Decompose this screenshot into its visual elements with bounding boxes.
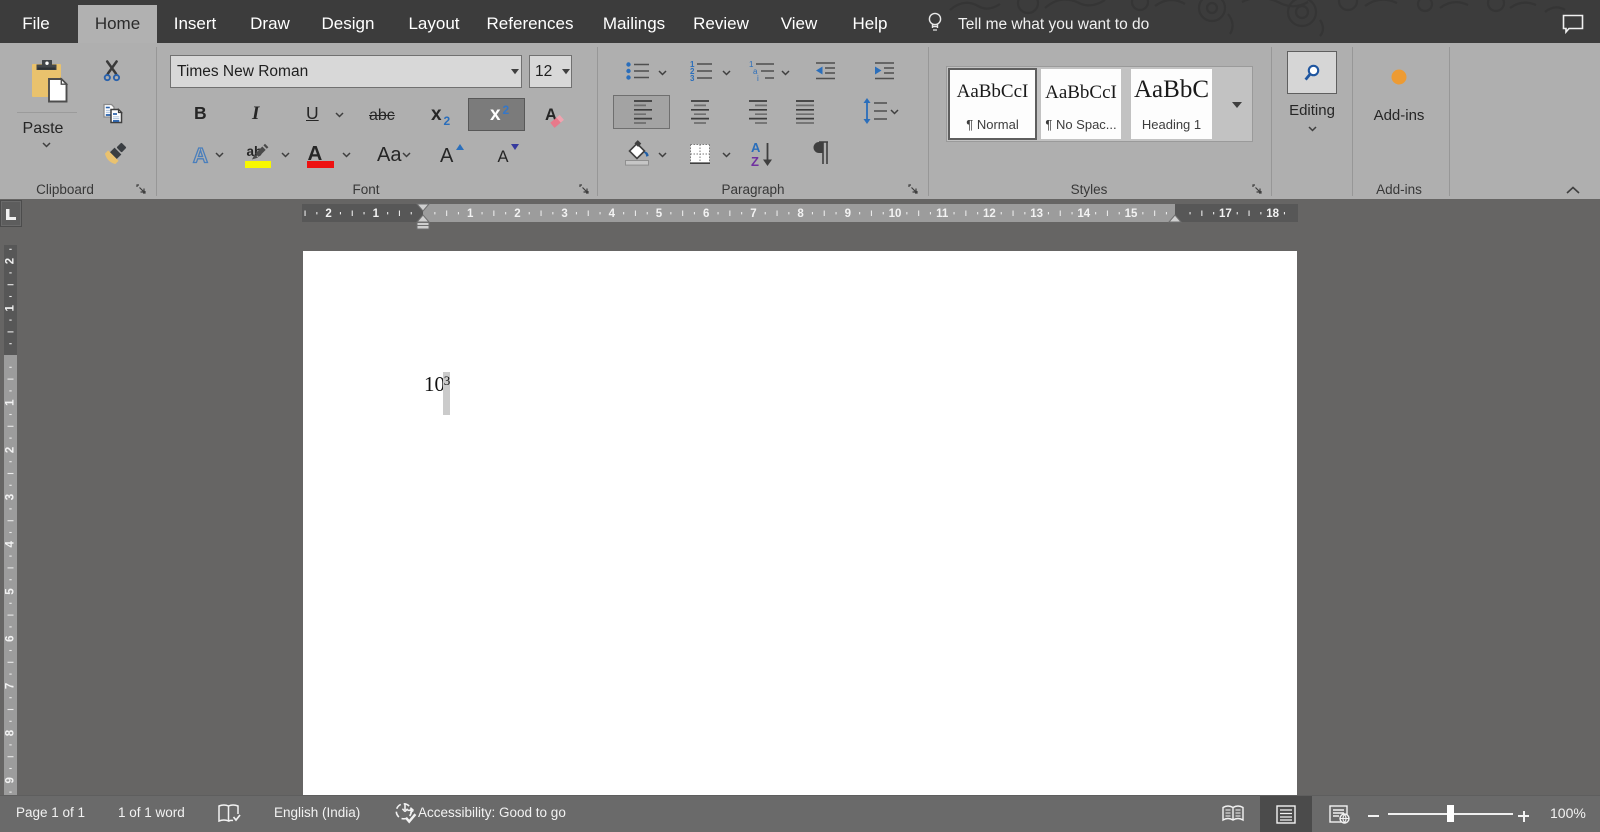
svg-text:A: A	[751, 140, 761, 155]
svg-text:6: 6	[703, 208, 709, 220]
svg-text:4: 4	[5, 541, 17, 548]
svg-text:8: 8	[797, 208, 804, 220]
svg-text:2: 2	[5, 258, 17, 264]
svg-text:10: 10	[889, 208, 902, 220]
svg-text:A: A	[193, 145, 208, 168]
svg-text:2: 2	[5, 447, 17, 453]
svg-text:3: 3	[561, 208, 567, 220]
svg-text:3: 3	[5, 494, 17, 500]
svg-text:9: 9	[5, 777, 17, 783]
svg-text:11: 11	[936, 208, 949, 220]
svg-text:7: 7	[750, 208, 756, 220]
svg-text:1: 1	[373, 208, 380, 220]
svg-text:2: 2	[514, 208, 520, 220]
svg-text:1: 1	[5, 399, 17, 406]
svg-text:15: 15	[1125, 208, 1138, 220]
svg-text:5: 5	[5, 588, 17, 595]
svg-text:18: 18	[1266, 208, 1279, 220]
svg-text:14: 14	[1077, 208, 1090, 220]
svg-text:13: 13	[1030, 208, 1043, 220]
svg-text:9: 9	[845, 208, 851, 220]
svg-text:12: 12	[983, 208, 996, 220]
svg-text:3: 3	[690, 74, 695, 83]
svg-text:17: 17	[1219, 208, 1232, 220]
svg-text:8: 8	[5, 729, 17, 736]
svg-text:7: 7	[5, 683, 17, 689]
svg-text:1: 1	[5, 305, 17, 312]
svg-text:i: i	[757, 74, 759, 83]
svg-text:5: 5	[656, 208, 663, 220]
svg-text:6: 6	[5, 635, 17, 641]
svg-text:1: 1	[467, 208, 474, 220]
svg-text:Z: Z	[751, 154, 759, 169]
svg-text:2: 2	[325, 208, 331, 220]
svg-text:4: 4	[609, 208, 616, 220]
